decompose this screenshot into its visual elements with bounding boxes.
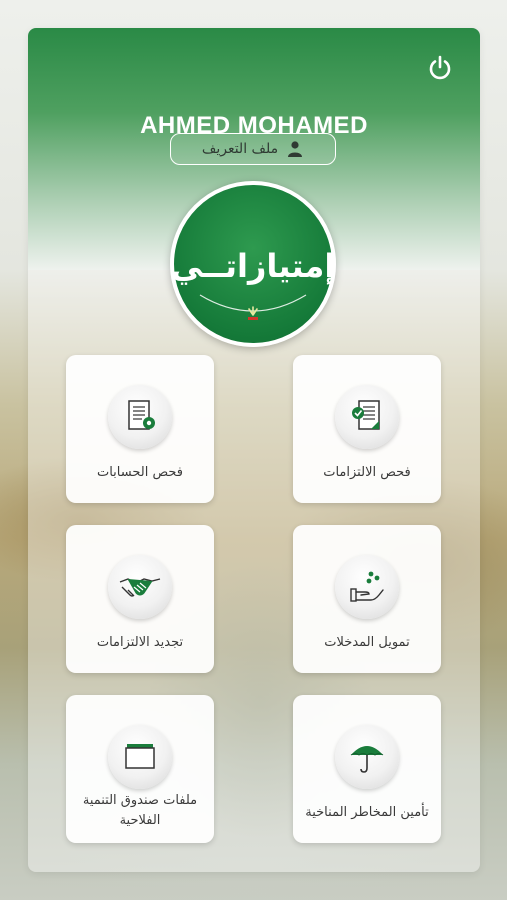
folder-icon [108, 725, 172, 789]
tile-input-financing[interactable]: تمويل المدخلات [293, 525, 441, 673]
tile-check-accounts-label: فحص الحسابات [96, 465, 183, 480]
app-logo: إمتيازاتــي [170, 181, 336, 347]
hand-seeds-icon [335, 555, 399, 619]
user-icon [288, 141, 303, 157]
tile-input-financing-label: تمويل المدخلات [324, 635, 410, 650]
tile-check-accounts[interactable]: فحص الحسابات [66, 355, 214, 503]
profile-button-label: ملف التعريف [201, 141, 279, 157]
logo-text: إمتيازاتــي [170, 247, 336, 285]
logo-swoosh [199, 294, 307, 320]
tile-climate-insurance[interactable]: تأمين المخاطر المناخية [293, 695, 441, 843]
profile-button[interactable]: ملف التعريف [170, 133, 336, 165]
tile-renew-obligations-label: تجديد الالتزامات [96, 635, 184, 650]
umbrella-icon [335, 725, 399, 789]
tile-climate-insurance-label: تأمين المخاطر المناخية [305, 805, 429, 820]
power-icon[interactable] [426, 54, 454, 82]
tile-check-obligations[interactable]: فحص الالتزامات [293, 355, 441, 503]
tile-renew-obligations[interactable]: تجديد الالتزامات [66, 525, 214, 673]
handshake-icon [108, 555, 172, 619]
document-check-icon [335, 385, 399, 449]
tile-fund-files[interactable]: ملفات صندوق التنمية الفلاحية [66, 695, 214, 843]
tile-fund-files-label: ملفات صندوق التنمية الفلاحية [82, 793, 198, 828]
tile-check-obligations-label: فحص الالتزامات [323, 465, 411, 480]
main-panel: AHMED MOHAMED ملف التعريف إمتيازاتــي فح… [28, 28, 480, 872]
document-gear-icon [108, 385, 172, 449]
